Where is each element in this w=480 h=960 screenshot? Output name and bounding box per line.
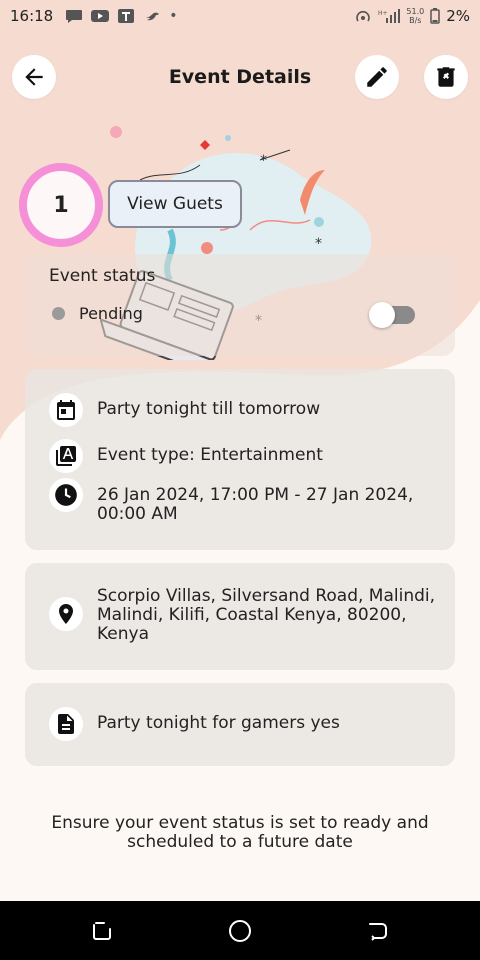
document-icon bbox=[49, 707, 83, 741]
event-type: Event type: Entertainment bbox=[97, 445, 323, 465]
network-speed: 51.0 B/s bbox=[406, 7, 424, 25]
system-nav-bar bbox=[0, 901, 480, 960]
home-icon[interactable] bbox=[228, 919, 252, 943]
event-type-row: Event type: Entertainment bbox=[49, 439, 452, 473]
status-time: 16:18 bbox=[10, 7, 54, 25]
bird-icon bbox=[145, 12, 160, 21]
battery-percent: 2% bbox=[446, 7, 470, 25]
event-status-label: Event status bbox=[49, 266, 156, 286]
clock-icon bbox=[49, 478, 83, 512]
location-row: Scorpio Villas, Silversand Road, Malindi… bbox=[49, 587, 452, 644]
description-row: Party tonight for gamers yes bbox=[49, 707, 452, 741]
svg-text:*: * bbox=[260, 153, 267, 169]
page-title: Event Details bbox=[168, 66, 312, 88]
svg-text:*: * bbox=[315, 236, 322, 252]
system-status-bar: 16:18 • H+ 51.0 B/s 2% bbox=[0, 0, 480, 32]
event-description-card: Party tonight for gamers yes bbox=[25, 683, 455, 766]
app-bar: Event Details bbox=[0, 52, 480, 102]
t-app-icon bbox=[118, 9, 135, 23]
battery-icon bbox=[430, 8, 440, 24]
trash-x-icon bbox=[437, 67, 455, 87]
guest-count: 1 bbox=[53, 192, 69, 218]
event-title: Party tonight till tomorrow bbox=[97, 399, 321, 419]
event-details-card: Party tonight till tomorrow Event type: … bbox=[25, 369, 455, 550]
signal-icon: H+ bbox=[378, 9, 401, 23]
back-nav-icon[interactable] bbox=[366, 919, 390, 943]
event-description: Party tonight for gamers yes bbox=[97, 713, 340, 733]
event-title-row: Party tonight till tomorrow bbox=[49, 393, 452, 427]
hotspot-icon bbox=[356, 10, 371, 22]
guest-count-ring: 1 bbox=[19, 163, 103, 247]
event-status-value: Pending bbox=[79, 304, 143, 323]
event-status-card: Event status Pending bbox=[25, 254, 455, 356]
event-datetime-row: 26 Jan 2024, 17:00 PM - 27 Jan 2024, 00:… bbox=[49, 478, 452, 524]
svg-text:H+: H+ bbox=[378, 10, 388, 17]
delete-button[interactable] bbox=[424, 55, 468, 99]
status-dot-icon bbox=[52, 307, 65, 320]
more-notifications-icon: • bbox=[169, 8, 178, 24]
net-speed-unit: B/s bbox=[409, 16, 422, 25]
location-pin-icon bbox=[49, 597, 83, 631]
net-speed-value: 51.0 bbox=[406, 7, 425, 16]
recents-icon[interactable] bbox=[90, 919, 114, 943]
footer-note: Ensure your event status is set to ready… bbox=[51, 813, 429, 852]
event-datetime: 26 Jan 2024, 17:00 PM - 27 Jan 2024, 00:… bbox=[97, 485, 414, 524]
pencil-icon bbox=[367, 67, 387, 87]
event-address: Scorpio Villas, Silversand Road, Malindi… bbox=[97, 586, 436, 644]
event-location-card: Scorpio Villas, Silversand Road, Malindi… bbox=[25, 563, 455, 670]
toggle-knob bbox=[369, 302, 395, 328]
calendar-icon bbox=[49, 393, 83, 427]
chat-bubble-icon bbox=[66, 10, 83, 23]
event-status-toggle[interactable] bbox=[369, 302, 415, 328]
view-guests-button[interactable]: View Guets bbox=[108, 180, 242, 228]
edit-button[interactable] bbox=[355, 55, 399, 99]
event-status-row: Pending bbox=[52, 304, 143, 323]
youtube-icon bbox=[91, 10, 110, 22]
font-library-icon bbox=[49, 439, 83, 473]
